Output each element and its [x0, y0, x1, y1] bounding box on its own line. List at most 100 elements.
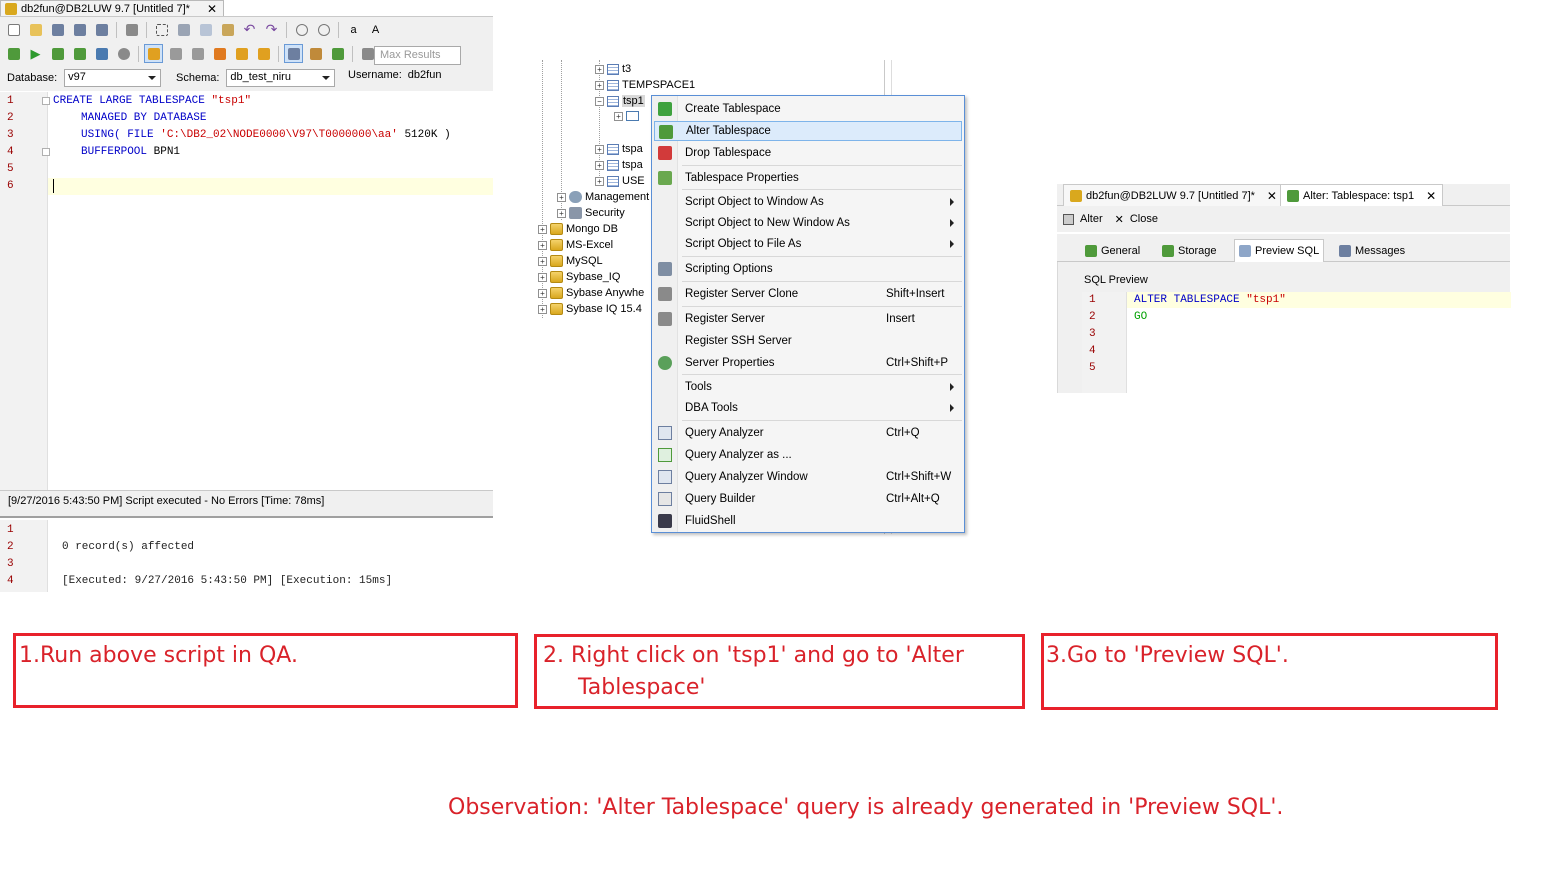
results-file-icon[interactable]: [188, 44, 207, 63]
tree-item-management[interactable]: + Management: [557, 191, 649, 203]
save-as-icon[interactable]: [70, 20, 89, 39]
menu-item-register-server[interactable]: Register Server Insert: [654, 309, 962, 329]
expand-icon[interactable]: +: [595, 160, 604, 170]
save-icon[interactable]: [48, 20, 67, 39]
close-icon[interactable]: ✕: [1426, 189, 1436, 203]
redo-icon[interactable]: ↷: [262, 20, 281, 39]
menu-item-dba-tools[interactable]: DBA Tools: [654, 398, 962, 418]
sql-editor[interactable]: 1 2 3 4 5 6 CREATE LARGE TABLESPACE "tsp…: [0, 92, 493, 490]
find-icon[interactable]: [292, 20, 311, 39]
commit-icon[interactable]: [232, 44, 251, 63]
tree-item-sybase-iq[interactable]: + Sybase_IQ: [538, 271, 620, 283]
fold-marker-icon[interactable]: [42, 97, 50, 105]
max-results-input[interactable]: Max Results: [374, 46, 461, 65]
alter-button[interactable]: Alter: [1080, 213, 1103, 225]
tree-item-folder[interactable]: +: [614, 111, 639, 121]
print-icon[interactable]: [122, 20, 141, 39]
tree-item-tspa[interactable]: + tspa: [595, 143, 643, 155]
menu-item-server-properties[interactable]: Server Properties Ctrl+Shift+P: [654, 353, 962, 373]
close-icon[interactable]: ✕: [1267, 189, 1277, 203]
expand-icon[interactable]: +: [538, 224, 547, 234]
menu-item-query-analyzer-window[interactable]: Query Analyzer Window Ctrl+Shift+W: [654, 467, 962, 487]
menu-item-script-to-file[interactable]: Script Object to File As: [654, 234, 962, 254]
menu-item-scripting-options[interactable]: Scripting Options: [654, 259, 962, 279]
expand-icon[interactable]: +: [557, 192, 566, 202]
rollback-icon[interactable]: [254, 44, 273, 63]
tree-item-mysql[interactable]: + MySQL: [538, 255, 603, 267]
sql-preview-editor[interactable]: 1 2 3 4 5 ALTER TABLESPACE "tsp1" GO: [1082, 292, 1511, 393]
menu-item-register-ssh-server[interactable]: Register SSH Server: [654, 331, 962, 351]
menu-item-query-analyzer-as[interactable]: Query Analyzer as ...: [654, 445, 962, 465]
results-text-icon[interactable]: [166, 44, 185, 63]
menu-item-query-builder[interactable]: Query Builder Ctrl+Alt+Q: [654, 489, 962, 509]
menu-item-fluidshell[interactable]: FluidShell: [654, 511, 962, 531]
grid-view-icon[interactable]: [284, 44, 303, 63]
tab-messages[interactable]: Messages: [1335, 241, 1409, 261]
tab-general[interactable]: General: [1081, 241, 1144, 261]
export-icon[interactable]: [306, 44, 325, 63]
explain-plan-icon[interactable]: [92, 44, 111, 63]
keyword: BUFFERPOOL: [81, 146, 154, 158]
results-grid-icon[interactable]: [144, 44, 163, 63]
editor-tab[interactable]: db2fun@DB2LUW 9.7 [Untitled 7]* ✕: [0, 0, 224, 16]
tree-item-sybase-iq-15-4[interactable]: + Sybase IQ 15.4: [538, 303, 642, 315]
tree-item-msexcel[interactable]: + MS-Excel: [538, 239, 613, 251]
tree-item-tempspace1[interactable]: + TEMPSPACE1: [595, 79, 695, 91]
collapse-icon[interactable]: −: [595, 96, 604, 106]
replace-icon[interactable]: [314, 20, 333, 39]
tree-item-userspace[interactable]: + USE: [595, 175, 645, 187]
menu-item-script-to-new-window[interactable]: Script Object to New Window As: [654, 213, 962, 233]
expand-icon[interactable]: +: [595, 80, 604, 90]
stop-icon[interactable]: [114, 44, 133, 63]
menu-item-register-server-clone[interactable]: Register Server Clone Shift+Insert: [654, 284, 962, 304]
execute-all-icon[interactable]: [4, 44, 23, 63]
expand-icon[interactable]: +: [614, 111, 623, 121]
expand-icon[interactable]: +: [538, 304, 547, 314]
cut-icon[interactable]: [174, 20, 193, 39]
save-all-icon[interactable]: [92, 20, 111, 39]
database-combo[interactable]: v97: [64, 69, 162, 87]
select-icon[interactable]: [152, 20, 171, 39]
import-icon[interactable]: [328, 44, 347, 63]
execute-icon[interactable]: ▶: [26, 44, 45, 63]
expand-icon[interactable]: +: [538, 240, 547, 250]
tab-preview-sql[interactable]: Preview SQL: [1234, 239, 1325, 262]
execute-step-icon[interactable]: [48, 44, 67, 63]
menu-item-script-to-window[interactable]: Script Object to Window As: [654, 192, 962, 212]
expand-icon[interactable]: +: [538, 272, 547, 282]
tree-item-mongodb[interactable]: + Mongo DB: [538, 223, 618, 235]
close-button[interactable]: Close: [1130, 213, 1158, 225]
tree-item-t3[interactable]: + t3: [595, 63, 631, 75]
uppercase-icon[interactable]: A: [366, 20, 385, 39]
schema-combo[interactable]: db_test_niru: [226, 69, 336, 87]
menu-item-drop-tablespace[interactable]: Drop Tablespace: [654, 143, 962, 163]
expand-icon[interactable]: +: [538, 256, 547, 266]
tab-alter-tablespace[interactable]: Alter: Tablespace: tsp1 ✕: [1280, 184, 1444, 206]
tree-item-security[interactable]: + Security: [557, 207, 625, 219]
expand-icon[interactable]: +: [595, 64, 604, 74]
expand-icon[interactable]: +: [595, 176, 604, 186]
close-icon[interactable]: ✕: [207, 2, 217, 16]
tab-query-analyzer[interactable]: db2fun@DB2LUW 9.7 [Untitled 7]* ✕: [1063, 184, 1284, 206]
expand-icon[interactable]: +: [538, 288, 547, 298]
open-icon[interactable]: [26, 20, 45, 39]
menu-item-query-analyzer[interactable]: Query Analyzer Ctrl+Q: [654, 423, 962, 443]
auto-commit-icon[interactable]: [210, 44, 229, 63]
tab-storage[interactable]: Storage: [1158, 241, 1221, 261]
tree-item-sybase-anywhere[interactable]: + Sybase Anywhe: [538, 287, 644, 299]
lowercase-icon[interactable]: a: [344, 20, 363, 39]
menu-item-tools[interactable]: Tools: [654, 377, 962, 397]
new-icon[interactable]: [4, 20, 23, 39]
tree-item-tspa-2[interactable]: + tspa: [595, 159, 643, 171]
expand-icon[interactable]: +: [557, 208, 566, 218]
results-pane[interactable]: 1 2 3 4 0 record(s) affected [Executed: …: [0, 520, 493, 592]
copy-icon[interactable]: [196, 20, 215, 39]
execute-current-icon[interactable]: [70, 44, 89, 63]
menu-item-tablespace-properties[interactable]: Tablespace Properties: [654, 168, 962, 188]
expand-icon[interactable]: +: [595, 144, 604, 154]
undo-icon[interactable]: ↶: [240, 20, 259, 39]
tree-item-tsp1[interactable]: − tsp1: [595, 95, 645, 107]
menu-item-alter-tablespace[interactable]: Alter Tablespace: [654, 121, 962, 141]
paste-icon[interactable]: [218, 20, 237, 39]
menu-item-create-tablespace[interactable]: Create Tablespace: [654, 99, 962, 119]
